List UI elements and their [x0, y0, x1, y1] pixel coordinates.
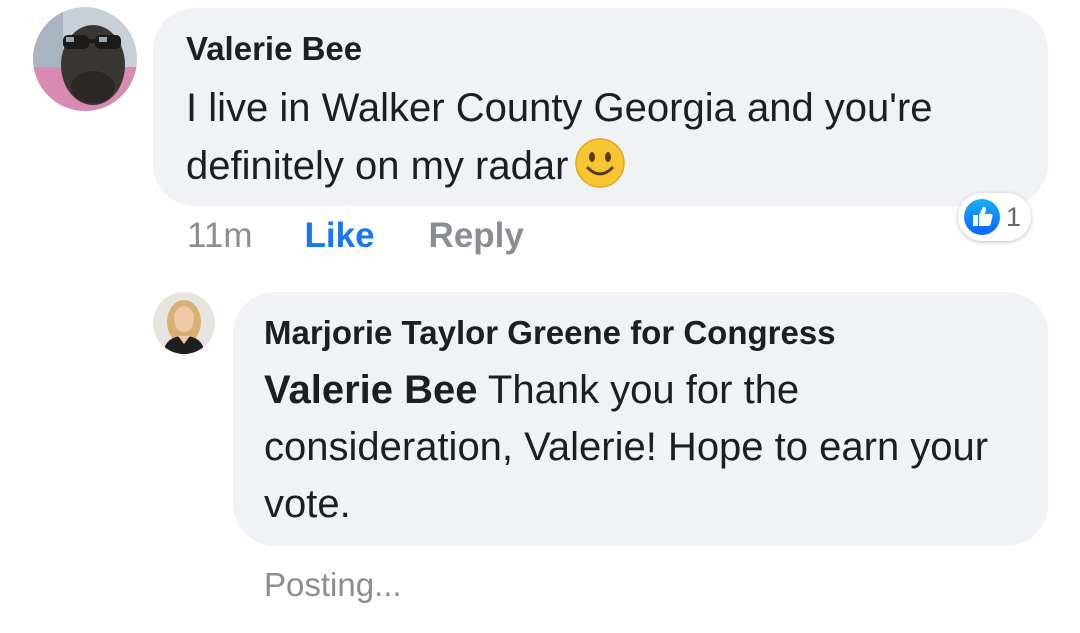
like-reaction-icon [964, 199, 1000, 235]
reply-author-name[interactable]: Marjorie Taylor Greene for Congress [264, 314, 836, 352]
avatar-photo [33, 7, 137, 111]
avatar-photo [153, 292, 215, 354]
reaction-count: 1 [1006, 201, 1022, 232]
reply-text: Valerie Bee Thank you for the considerat… [264, 362, 1034, 533]
commenter-avatar[interactable] [33, 7, 137, 111]
comment-bubble: Valerie Bee I live in Walker County Geor… [153, 8, 1048, 206]
comment-actions: 11m Like Reply [187, 214, 524, 258]
reply-bubble: Marjorie Taylor Greene for Congress Vale… [233, 292, 1048, 546]
comment-author-name[interactable]: Valerie Bee [186, 30, 362, 68]
reply-button[interactable]: Reply [429, 216, 524, 256]
posting-status: Posting... [264, 566, 402, 603]
like-button[interactable]: Like [305, 216, 375, 256]
reaction-summary[interactable]: 1 [958, 193, 1032, 241]
comment-text: I live in Walker County Georgia and you'… [186, 80, 1036, 195]
comment-timestamp[interactable]: 11m [187, 216, 253, 256]
page-avatar[interactable] [153, 292, 215, 354]
slightly-smiling-face-icon [574, 137, 626, 189]
reply-mention[interactable]: Valerie Bee [264, 368, 478, 412]
comment-body: I live in Walker County Georgia and you'… [186, 86, 933, 188]
